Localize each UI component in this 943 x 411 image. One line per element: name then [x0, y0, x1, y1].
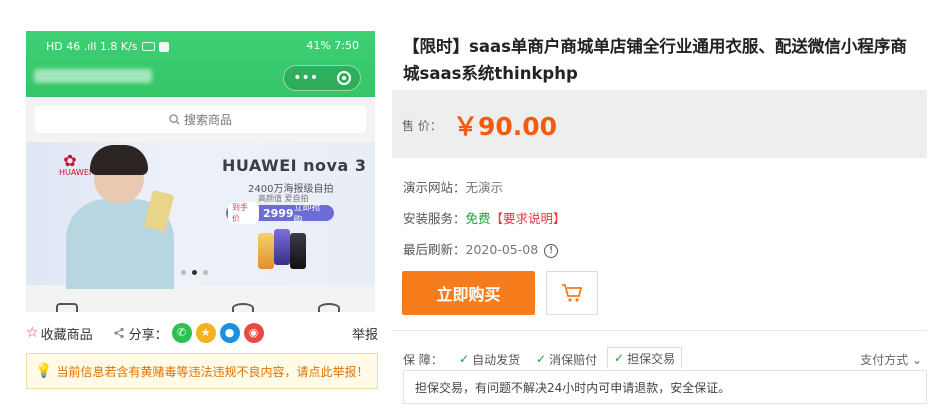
- category-icon[interactable]: [56, 303, 78, 312]
- check-icon: ✓: [614, 351, 625, 365]
- notice-text: 当前信息若含有黄赌毒等违法违规不良内容，请点此举报！: [56, 364, 369, 379]
- status-network-text: HD 46 .ıll 1.8 K/s: [46, 40, 138, 53]
- qq-icon[interactable]: ●: [219, 323, 240, 343]
- banner-pagination[interactable]: [181, 270, 208, 275]
- lightbulb-icon: 💡: [35, 363, 53, 379]
- miniapp-preview: HD 46 .ıll 1.8 K/s 41% 7:50 ••• 搜索商品 ✿ H…: [26, 31, 375, 312]
- last-refresh-value: 2020-05-08: [465, 242, 539, 257]
- banner-dot[interactable]: [181, 270, 186, 275]
- share-group: 分享： ✆ ★ ● ◉: [113, 323, 264, 343]
- status-bar-right: 41% 7:50: [306, 39, 359, 52]
- miniapp-header: HD 46 .ıll 1.8 K/s 41% 7:50 •••: [26, 31, 375, 97]
- banner-price-pill[interactable]: 到手价 2999 立即抢购: [226, 202, 334, 226]
- miniapp-capsule[interactable]: •••: [283, 65, 361, 91]
- weibo-icon[interactable]: ◉: [243, 323, 264, 343]
- guarantee-bar: 保 障： ✓ 自动发货 ✓ 消保赔付 ✓ 担保交易 支付方式 ⌄: [403, 347, 927, 369]
- product-title: 【限时】saas单商户商城单店铺全行业通用衣服、配送微信小程序商城saas系统t…: [403, 37, 907, 83]
- banner-price: 2999: [262, 206, 294, 220]
- promo-banner[interactable]: ✿ HUAWEI HUAWEI nova 3 2400万海报级自拍 高颜值 爱自…: [26, 142, 375, 289]
- price-label: 售 价：: [402, 119, 442, 133]
- wechat-icon[interactable]: ✆: [171, 323, 192, 343]
- star-icon: ☆: [26, 325, 39, 341]
- payment-method-label: 支付方式: [860, 353, 909, 367]
- guarantee-description: 担保交易，有问题不解决24小时内可申请退款，安全保证。: [403, 370, 927, 404]
- favorite-label: 收藏商品: [40, 327, 93, 343]
- last-refresh-label: 最后刷新：: [403, 242, 466, 257]
- tab-consumer-protection[interactable]: ✓ 消保赔付: [536, 349, 597, 369]
- notification-icon: [158, 41, 169, 52]
- qzone-icon[interactable]: ★: [195, 323, 216, 343]
- banner-devices-image: [258, 227, 318, 271]
- requirements-link[interactable]: 【要求说明】: [491, 211, 566, 226]
- product-page: HD 46 .ıll 1.8 K/s 41% 7:50 ••• 搜索商品 ✿ H…: [0, 0, 943, 411]
- section-divider: [392, 330, 927, 331]
- search-icon: [169, 114, 180, 125]
- miniapp-search-bar[interactable]: 搜索商品: [35, 106, 366, 133]
- install-service-value: 免费: [465, 211, 491, 226]
- tab-escrow[interactable]: ✓ 担保交易: [607, 347, 683, 369]
- banner-model-image: [66, 145, 175, 289]
- share-icon: [113, 327, 124, 339]
- banner-dot-active[interactable]: [192, 270, 197, 275]
- share-label: 分享：: [128, 327, 168, 343]
- check-icon: ✓: [459, 352, 470, 366]
- install-service-row: 安装服务：免费【要求说明】: [403, 208, 566, 227]
- guarantee-label: 保 障：: [403, 353, 443, 367]
- price-value: ￥90.00: [453, 112, 558, 141]
- location-icon[interactable]: [318, 303, 340, 312]
- banner-price-tag: 到手价: [228, 202, 259, 224]
- blurred-app-title: [34, 69, 152, 83]
- product-actions: ☆ 收藏商品 分享： ✆ ★ ● ◉ 举报: [26, 322, 378, 344]
- tab-auto-delivery[interactable]: ✓ 自动发货: [459, 349, 520, 369]
- demo-site-row: 演示网站：无演示: [403, 177, 503, 196]
- banner-buy-label: 立即抢购: [293, 203, 321, 226]
- chevron-down-icon: ⌄: [911, 353, 922, 367]
- install-service-label: 安装服务：: [403, 211, 466, 226]
- demo-site-label: 演示网站：: [403, 180, 466, 195]
- clock-icon[interactable]: [232, 303, 254, 312]
- check-icon: ✓: [536, 352, 547, 366]
- banner-model-name: HUAWEI nova 3: [222, 156, 367, 175]
- search-placeholder: 搜索商品: [183, 113, 232, 127]
- banner-dot[interactable]: [203, 270, 208, 275]
- cart-icon: [562, 284, 583, 302]
- miniapp-nav-icons: [26, 295, 375, 312]
- more-menu-icon[interactable]: •••: [293, 70, 318, 86]
- status-bar-left: HD 46 .ıll 1.8 K/s: [46, 40, 169, 53]
- last-refresh-row: 最后刷新：2020-05-08!: [403, 239, 559, 258]
- buy-now-button[interactable]: 立即购买: [402, 271, 535, 315]
- payment-method-dropdown[interactable]: 支付方式 ⌄: [860, 351, 922, 368]
- add-to-cart-button[interactable]: [546, 271, 598, 315]
- favorite-button[interactable]: ☆ 收藏商品: [26, 324, 93, 343]
- price-box: 售 价： ￥90.00: [392, 90, 927, 158]
- close-miniapp-icon[interactable]: [336, 71, 351, 85]
- demo-site-value: 无演示: [465, 180, 504, 195]
- report-link[interactable]: 举报: [352, 324, 378, 343]
- report-notice[interactable]: 💡 当前信息若含有黄赌毒等违法违规不良内容，请点此举报！: [26, 353, 378, 389]
- info-icon[interactable]: !: [544, 243, 559, 258]
- wechat-status-icon: [141, 42, 155, 51]
